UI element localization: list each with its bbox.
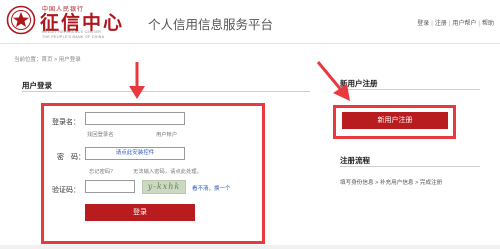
username-label: 登录名： [52, 119, 80, 126]
register-section-title: 新用户注册 [340, 79, 378, 88]
divider [22, 91, 310, 92]
page: 中国人民银行 征信中心 CREDIT REFERENCE CENTER THE … [0, 0, 500, 249]
logo-english-line1: CREDIT REFERENCE CENTER [42, 30, 102, 34]
divider: | [448, 21, 451, 27]
arrow-to-login-box [129, 62, 145, 99]
password-label: 密 码： [57, 154, 85, 161]
top-link-account[interactable]: 用户帮户 [452, 21, 476, 27]
username-input[interactable] [85, 112, 185, 125]
credit-center-emblem-icon [6, 5, 36, 35]
divider: | [478, 21, 480, 27]
captcha-label: 验证码： [52, 187, 80, 194]
captcha-refresh-link[interactable]: 看不清，换一个 [192, 184, 231, 192]
divider: | [431, 21, 433, 27]
cannot-input-password-link[interactable]: 无法输入密码，请点此处理。 [133, 167, 202, 175]
top-link-register[interactable]: 注册 [435, 21, 447, 27]
top-nav: 登录 | 注册 | 用户帮户 | 帮助 [417, 18, 494, 27]
divider [340, 166, 480, 167]
breadcrumb: 当前位置：首页 > 用户登录 [14, 57, 81, 63]
logo[interactable]: 中国人民银行 征信中心 CREDIT REFERENCE CENTER THE … [6, 4, 124, 40]
footer-strip [0, 245, 500, 249]
site-title: 个人信用信息服务平台 [148, 18, 274, 32]
register-button[interactable]: 新用户注册 [342, 112, 448, 129]
user-account-link[interactable]: 用户帐户 [156, 130, 177, 138]
find-login-name-link[interactable]: 找回登录名 [87, 130, 114, 138]
top-link-help[interactable]: 帮助 [482, 21, 494, 27]
divider [340, 89, 480, 90]
register-flow-steps: 填写身份信息 > 补充用户信息 > 完成注册 [340, 180, 443, 186]
password-input[interactable]: 请点此安装控件 [85, 147, 185, 160]
top-link-login[interactable]: 登录 [417, 21, 429, 27]
forgot-password-link[interactable]: 忘记密码？ [89, 167, 116, 175]
captcha-input[interactable] [85, 180, 135, 193]
login-submit-button[interactable]: 登录 [85, 204, 195, 221]
logo-english-line2: THE PEOPLE'S BANK OF CHINA [42, 35, 105, 39]
register-flow-title: 注册流程 [340, 156, 370, 165]
login-section-title: 用户登录 [22, 81, 52, 90]
site-header: 中国人民银行 征信中心 CREDIT REFERENCE CENTER THE … [0, 0, 500, 44]
captcha-image[interactable]: y-kxhk [142, 180, 186, 194]
